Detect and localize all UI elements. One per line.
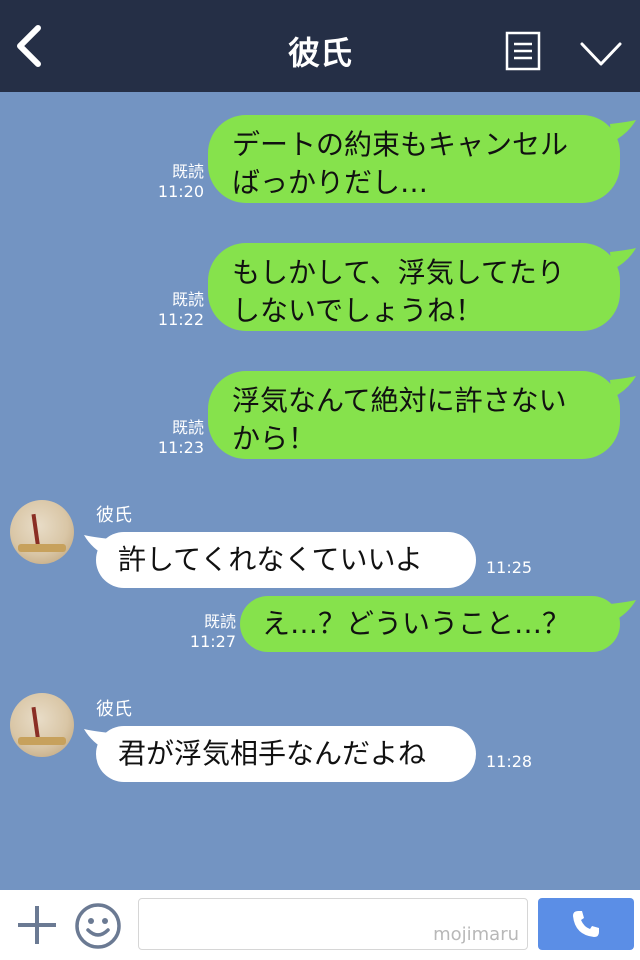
sender-name: 彼氏	[96, 505, 132, 526]
message-text: しないでしょうね！	[232, 294, 484, 327]
chat-header: 彼氏	[0, 0, 640, 92]
sender-name: 彼氏	[96, 699, 132, 720]
message-bubble-sent[interactable]: デートの約束もキャンセル ばっかりだし…	[208, 115, 620, 203]
message-text: 浮気なんて絶対に許さない	[232, 384, 567, 417]
read-status: 既読 11:22	[157, 290, 204, 329]
bubble-tail	[610, 600, 636, 622]
read-status: 既読 11:20	[157, 162, 204, 201]
read-status: 既読 11:23	[157, 418, 204, 457]
menu-icon[interactable]	[505, 31, 541, 71]
bubble-tail	[610, 120, 636, 142]
bubble-tail	[610, 376, 636, 398]
call-button[interactable]	[538, 898, 634, 950]
message-time: 11:28	[486, 752, 533, 771]
message-text: え…？どういうこと…？	[262, 607, 571, 640]
avatar[interactable]	[10, 693, 74, 757]
chat-area[interactable]: 既読 11:20 デートの約束もキャンセル ばっかりだし… 既読 11:22 も…	[0, 92, 640, 890]
message-text: デートの約束もキャンセル	[232, 128, 569, 161]
plus-icon[interactable]	[16, 904, 58, 946]
message-time: 11:25	[486, 558, 533, 577]
message-text: 許してくれなくていいよ	[118, 543, 423, 576]
message-text: ばっかりだし…	[232, 166, 429, 199]
message-bubble-sent[interactable]: もしかして、浮気してたり しないでしょうね！	[208, 243, 620, 331]
watermark: mojimaru	[433, 924, 519, 945]
message-bubble-sent[interactable]: え…？どういうこと…？	[240, 596, 620, 652]
chevron-down-icon[interactable]	[578, 36, 624, 72]
phone-icon	[573, 911, 599, 937]
input-bar: mojimaru	[0, 890, 640, 960]
message-bubble-received[interactable]: 君が浮気相手なんだよね	[96, 726, 476, 782]
bubble-tail	[610, 248, 636, 270]
message-text: 君が浮気相手なんだよね	[118, 737, 427, 770]
message-text: もしかして、浮気してたり	[232, 256, 565, 289]
message-text: から！	[232, 422, 317, 455]
avatar[interactable]	[10, 500, 74, 564]
message-bubble-received[interactable]: 許してくれなくていいよ	[96, 532, 476, 588]
emoji-icon[interactable]	[74, 902, 122, 950]
read-status: 既読 11:27	[189, 612, 236, 651]
message-bubble-sent[interactable]: 浮気なんて絶対に許さない から！	[208, 371, 620, 459]
chat-title: 彼氏	[287, 34, 352, 72]
message-input[interactable]: mojimaru	[138, 898, 528, 950]
